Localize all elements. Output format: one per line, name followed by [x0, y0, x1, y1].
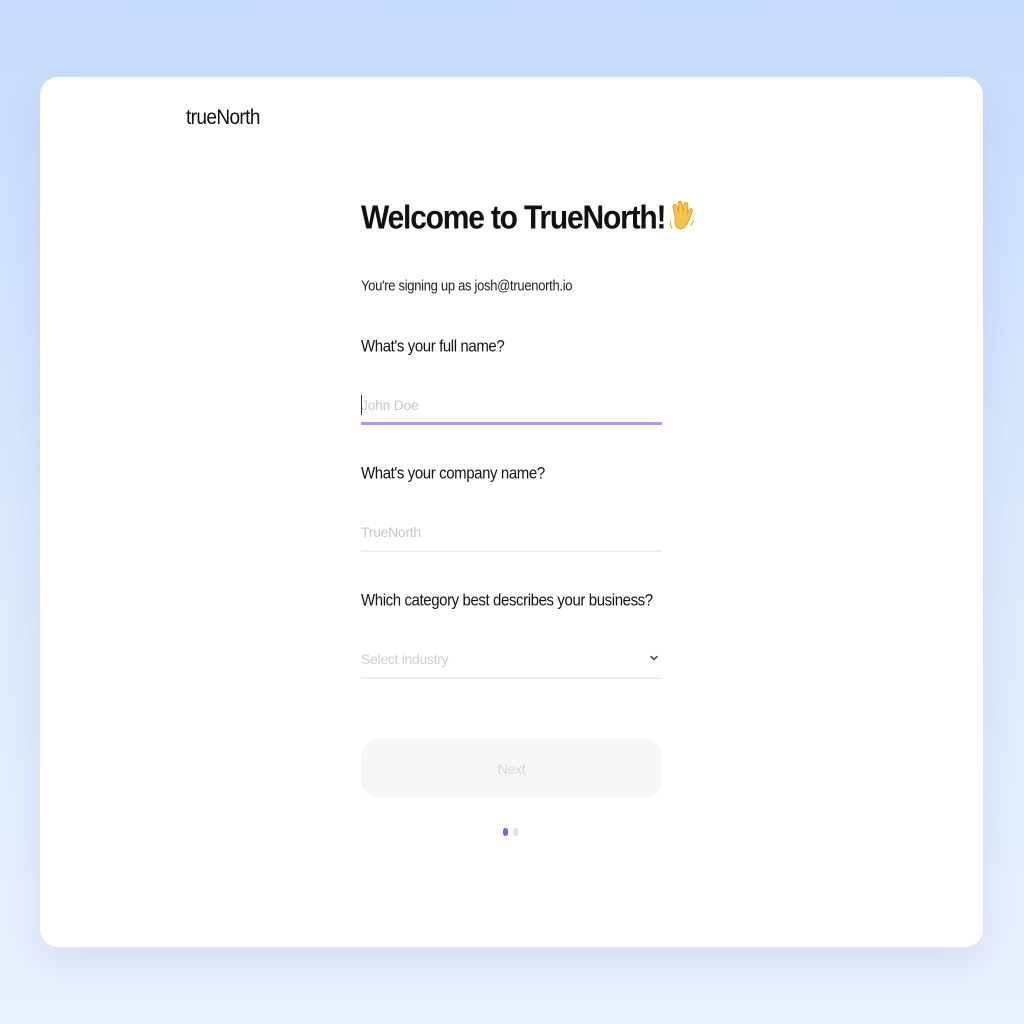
company-name-label: What's your company name?	[361, 464, 545, 484]
full-name-field[interactable]	[361, 389, 662, 425]
welcome-heading: Welcome to TrueNorth!	[361, 199, 695, 238]
chevron-down-icon[interactable]	[649, 653, 659, 663]
industry-select[interactable]: Select industry	[361, 643, 662, 679]
company-name-field[interactable]	[361, 516, 662, 552]
welcome-title-text: Welcome to TrueNorth!	[361, 200, 666, 237]
onboarding-card: trueNorth Welcome to TrueNorth! You're s…	[40, 77, 983, 947]
full-name-input[interactable]	[361, 389, 662, 421]
step-pagination	[503, 828, 518, 836]
industry-select-value: Select industry	[361, 651, 449, 667]
signup-email-note: You're signing up as josh@truenorth.io	[361, 277, 573, 294]
step-dot-1	[503, 828, 508, 836]
brand-logo: trueNorth	[186, 106, 260, 130]
next-button[interactable]: Next	[361, 739, 662, 798]
waving-hand-icon	[670, 200, 694, 230]
company-name-input[interactable]	[361, 516, 662, 548]
step-dot-2	[513, 828, 518, 836]
full-name-label: What's your full name?	[361, 337, 505, 357]
text-cursor	[361, 395, 362, 415]
industry-label: Which category best describes your busin…	[361, 591, 653, 611]
